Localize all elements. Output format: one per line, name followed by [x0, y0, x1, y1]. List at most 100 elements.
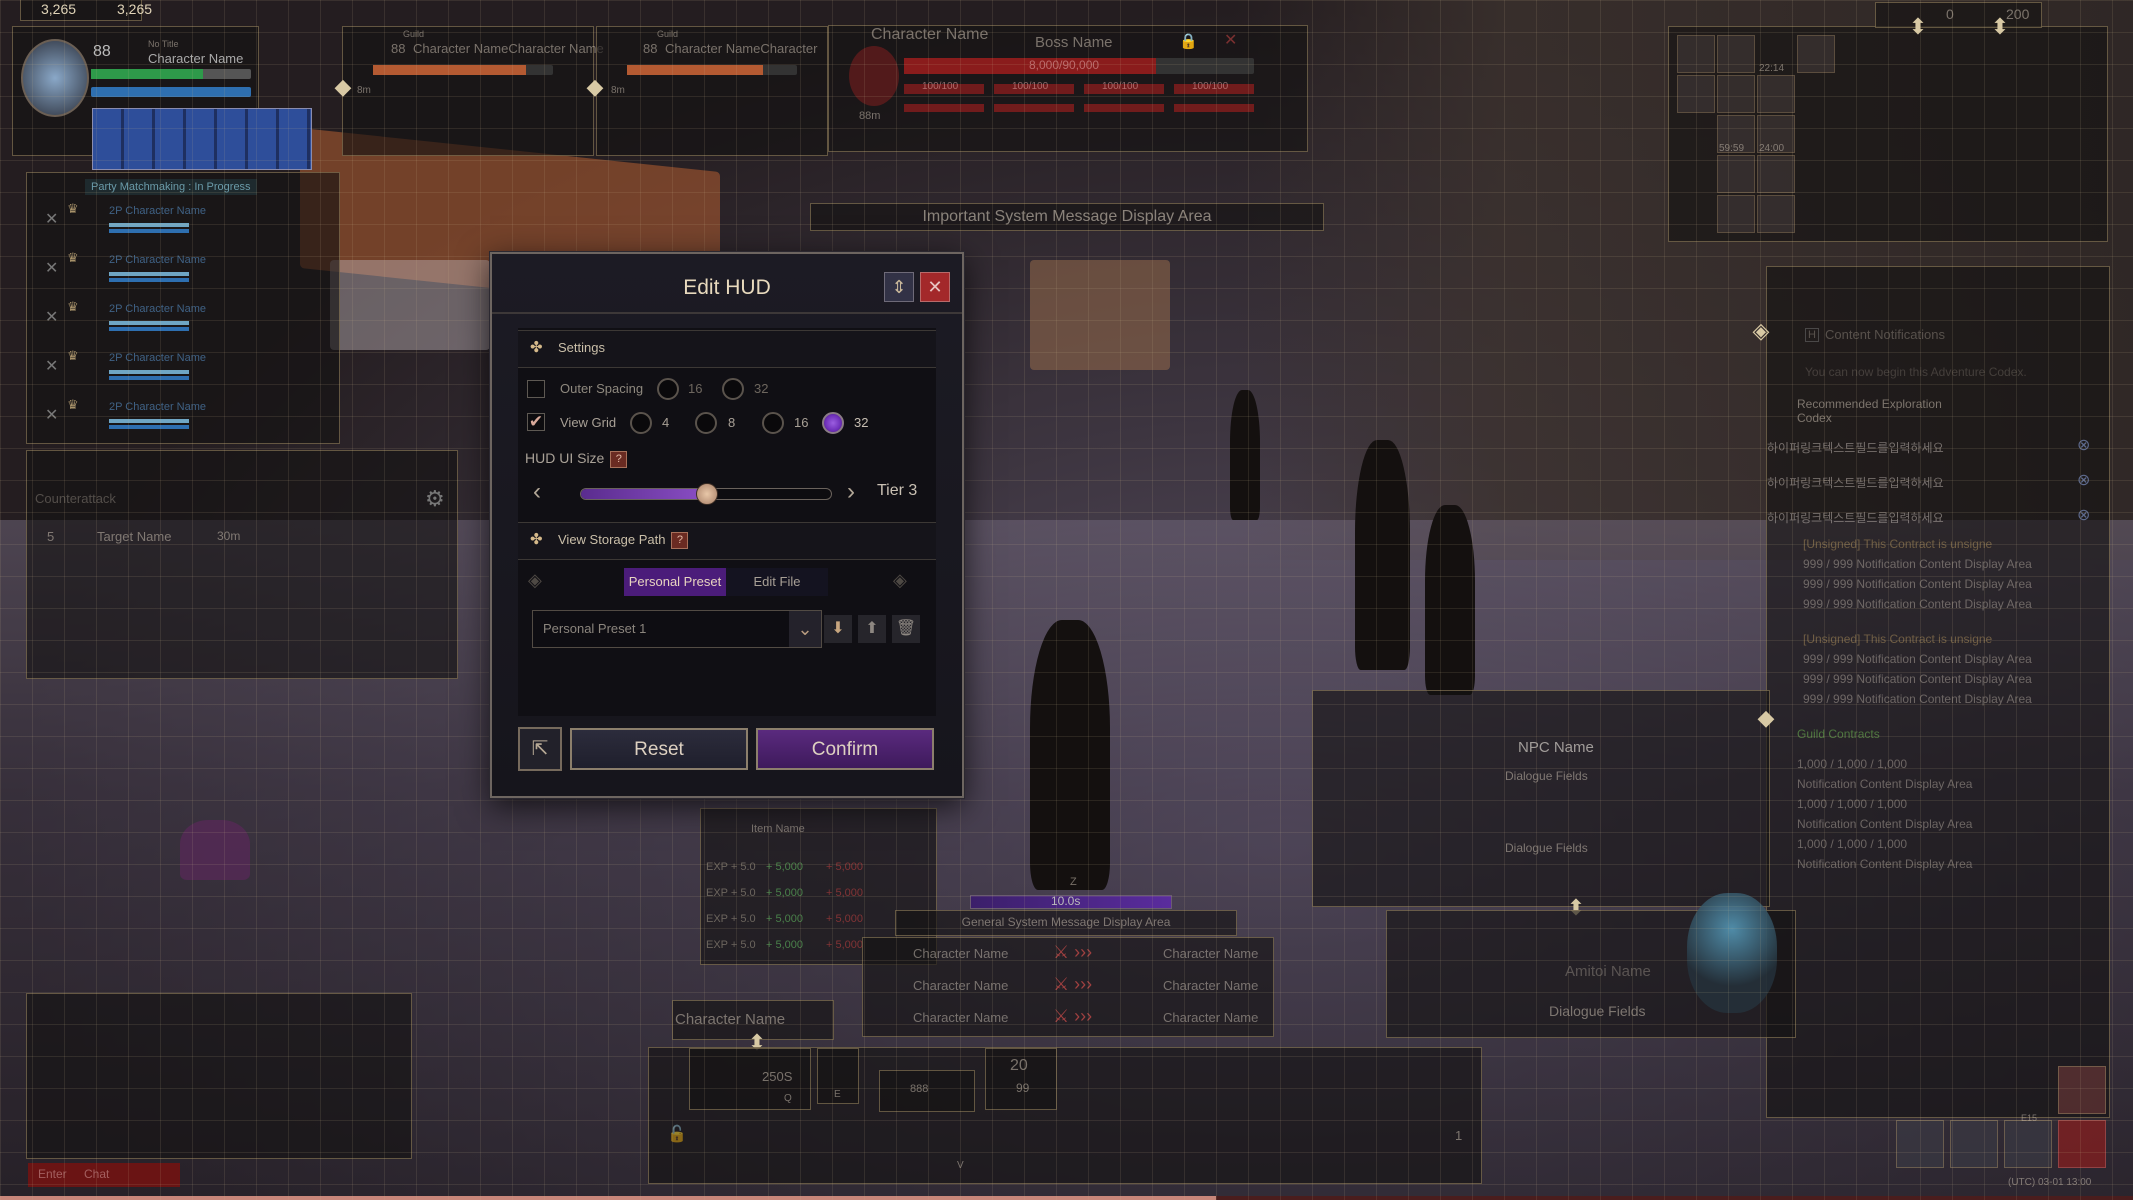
move-dialog-button[interactable]: ⇕	[884, 272, 914, 302]
quick-menu-icon[interactable]	[1717, 35, 1755, 73]
quick-menu-icon[interactable]	[1797, 35, 1835, 73]
party-frame-1[interactable]: Guild 88 Character NameCharacter Name 8m	[342, 26, 604, 156]
remove-member-icon[interactable]: ✕	[45, 356, 58, 376]
party-frame-2[interactable]: Guild 88 Character NameCharacter 8m	[596, 26, 828, 156]
tab-scroll-right-icon[interactable]: ◈	[893, 570, 907, 591]
contract-row: 999 / 999 Notification Content Display A…	[1803, 597, 2032, 611]
skill-slot-stack[interactable]: 20 99	[985, 1048, 1057, 1110]
kill-feed-right-name: Character Name	[1163, 1010, 1259, 1025]
recommended-codex[interactable]: Recommended Exploration Codex	[1797, 397, 1977, 425]
boss-frame[interactable]: Character Name 88m Boss Name 8,000/90,00…	[828, 25, 1308, 152]
player-mp-bar	[91, 87, 251, 97]
dismiss-icon[interactable]: ⊗	[2077, 505, 2090, 525]
menu-button[interactable]	[1896, 1120, 1944, 1168]
contract-row: 999 / 999 Notification Content Display A…	[1803, 672, 2032, 686]
boss-part-bar: 100/100	[904, 81, 984, 94]
quick-menu-icon[interactable]	[1717, 155, 1755, 193]
upload-icon[interactable]: ⬆	[858, 615, 886, 643]
important-message-text: Important System Message Display Area	[922, 208, 1212, 225]
remove-member-icon[interactable]: ✕	[45, 258, 58, 278]
quick-menu-icon[interactable]	[1757, 155, 1795, 193]
hud-size-next-arrow[interactable]: ›	[847, 478, 855, 506]
crown-icon: ♛	[67, 250, 79, 265]
crown-icon: ♛	[67, 299, 79, 314]
tab-scroll-left-icon[interactable]: ◈	[528, 570, 542, 591]
preset-dropdown[interactable]: Personal Preset 1 ⌄	[532, 610, 822, 648]
move-handle-icon[interactable]: ◆	[1753, 705, 1779, 731]
move-handle-icon[interactable]: ⬍	[1905, 14, 1931, 40]
move-handle-icon[interactable]: ◆	[330, 74, 356, 100]
codex-link[interactable]: 하이퍼링크텍스트필드를입력하세요	[1767, 474, 1944, 491]
help-icon[interactable]: ?	[671, 532, 689, 550]
notification-toggle-icon[interactable]: ◈	[1748, 318, 1774, 344]
counterattack-target[interactable]: Target Name	[97, 529, 171, 544]
confirm-button[interactable]: Confirm	[756, 728, 934, 770]
party-member-mp	[109, 327, 189, 331]
move-handle-icon[interactable]: ◆	[582, 74, 608, 100]
remove-member-icon[interactable]: ✕	[45, 209, 58, 229]
boss-close-icon[interactable]: ✕	[1224, 30, 1237, 50]
chat-window[interactable]	[26, 993, 412, 1159]
character-figure	[1355, 440, 1410, 670]
dismiss-icon[interactable]: ⊗	[2077, 470, 2090, 490]
skillbar-page[interactable]: 1	[1455, 1128, 1462, 1143]
codex-link[interactable]: 하이퍼링크텍스트필드를입력하세요	[1767, 439, 1944, 456]
party-guild: Guild	[403, 29, 425, 39]
contract-title[interactable]: [Unsigned] This Contract is unsigne	[1803, 632, 1992, 646]
view-grid-radio-8[interactable]	[695, 412, 717, 434]
party-member-mp	[109, 229, 189, 233]
hud-size-prev-arrow[interactable]: ‹	[533, 478, 541, 506]
tab-personal-preset[interactable]: Personal Preset	[624, 568, 726, 596]
quick-menu-icon[interactable]	[1717, 75, 1755, 113]
main-menu-button[interactable]	[2058, 1120, 2106, 1168]
skill-slot-e[interactable]: E	[817, 1048, 859, 1104]
slider-thumb[interactable]	[696, 483, 718, 505]
exp-green: + 5,000	[766, 887, 804, 899]
quick-menu-icon[interactable]	[1757, 195, 1795, 233]
hud-size-slider[interactable]	[580, 483, 832, 505]
move-handle-icon[interactable]: ⬍	[1987, 14, 2013, 40]
outer-spacing-radio-32[interactable]	[722, 378, 744, 400]
close-button[interactable]: ✕	[920, 272, 950, 302]
dismiss-icon[interactable]: ⊗	[2077, 435, 2090, 455]
quick-menu-icon[interactable]	[1677, 35, 1715, 73]
outer-spacing-checkbox[interactable]	[527, 380, 545, 398]
trash-icon[interactable]: 🗑	[892, 615, 920, 643]
tab-edit-file[interactable]: Edit File	[726, 568, 828, 596]
menu-button[interactable]	[2004, 1120, 2052, 1168]
download-icon[interactable]: ⬇	[824, 615, 852, 643]
kill-feed-left-name: Character Name	[913, 978, 1009, 993]
quick-menu-icon[interactable]	[1677, 75, 1715, 113]
party-member-name: 2P Character Name	[109, 254, 207, 266]
skill-slot-q[interactable]: 250S Q	[689, 1048, 811, 1110]
gear-icon[interactable]: ⚙	[425, 486, 445, 512]
boss-part-bar-2	[1174, 104, 1254, 112]
mail-button[interactable]	[2058, 1066, 2106, 1114]
contract-title[interactable]: [Unsigned] This Contract is unsigne	[1803, 537, 1992, 551]
quick-menu-icon[interactable]	[1757, 75, 1795, 113]
lock-icon[interactable]: 🔒	[1179, 32, 1198, 50]
outer-spacing-radio-16[interactable]	[657, 378, 679, 400]
skillbar-lock-icon[interactable]: 🔓	[667, 1124, 687, 1144]
boss-part-bar-2	[994, 104, 1074, 112]
exp-text: EXP + 5.0	[706, 913, 756, 925]
view-grid-checkbox[interactable]: ✔	[527, 413, 545, 431]
help-icon[interactable]: ?	[610, 450, 628, 468]
character-figure	[1230, 390, 1260, 520]
view-grid-radio-16[interactable]	[762, 412, 784, 434]
chevron-down-icon[interactable]: ⌄	[789, 611, 821, 647]
guild-contracts-label[interactable]: Guild Contracts	[1797, 727, 1880, 741]
view-grid-option: 8	[728, 415, 736, 430]
skill-slot-888[interactable]: 888	[879, 1070, 975, 1112]
view-grid-radio-32[interactable]	[822, 412, 844, 434]
reset-button[interactable]: Reset	[570, 728, 748, 770]
hud-size-label-text: HUD UI Size	[525, 450, 605, 466]
menu-button[interactable]	[1950, 1120, 1998, 1168]
codex-link[interactable]: 하이퍼링크텍스트필드를입력하세요	[1767, 509, 1944, 526]
export-button[interactable]: ⇱	[518, 727, 562, 771]
quick-menu-icon[interactable]	[1717, 195, 1755, 233]
remove-member-icon[interactable]: ✕	[45, 307, 58, 327]
remove-member-icon[interactable]: ✕	[45, 405, 58, 425]
view-grid-radio-4[interactable]	[630, 412, 652, 434]
chat-input[interactable]: Enter Chat	[28, 1163, 180, 1187]
